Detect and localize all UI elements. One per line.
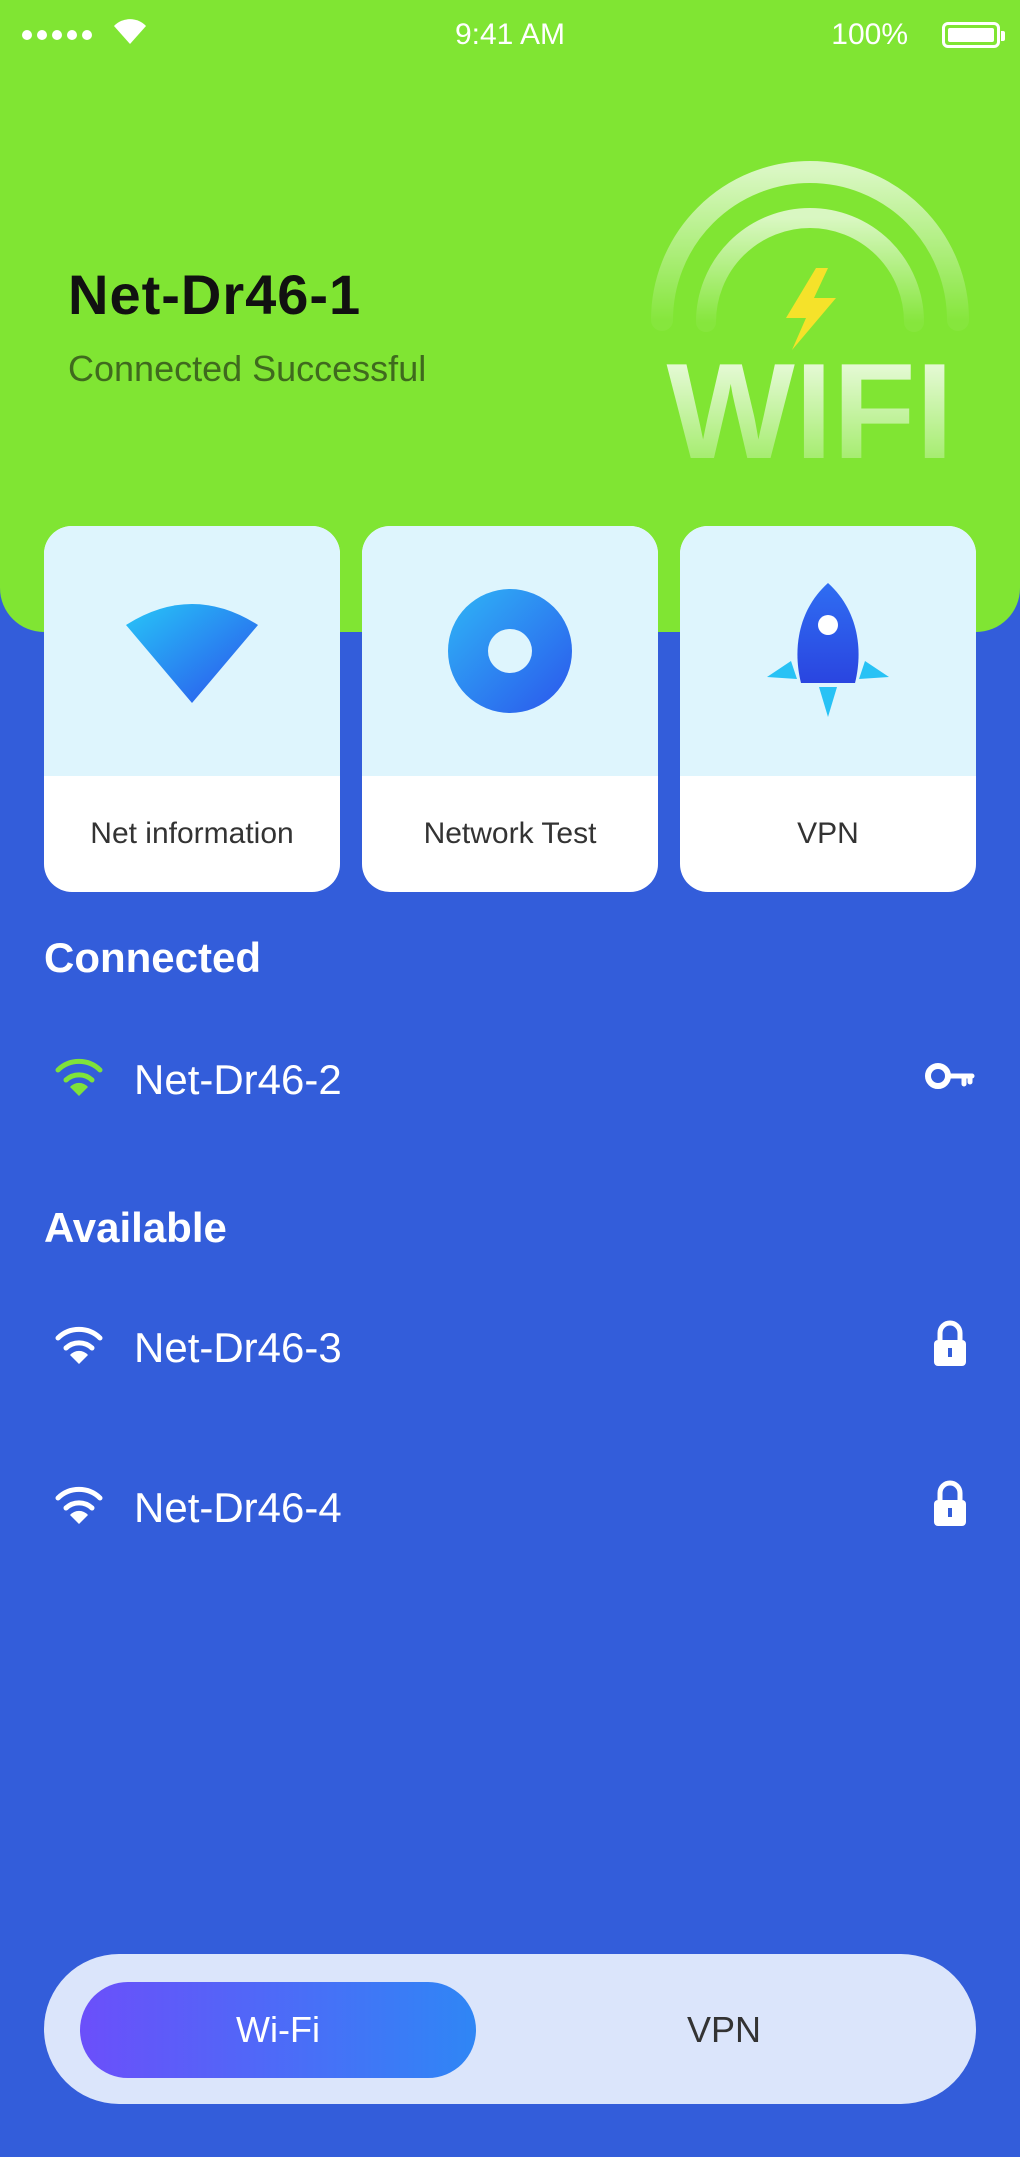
- wifi-logo: WIFI: [651, 161, 969, 470]
- card-label: Net information: [90, 817, 294, 850]
- vpn-card[interactable]: VPN: [680, 526, 976, 892]
- network-name: Net-Dr46-3: [134, 1324, 342, 1371]
- network-name: Net-Dr46-2: [134, 1056, 342, 1103]
- tab-vpn[interactable]: VPN: [514, 1982, 934, 2078]
- available-section-title: Available: [44, 1204, 227, 1251]
- network-test-card[interactable]: Network Test: [362, 526, 658, 892]
- wifi-icon: [55, 1326, 103, 1364]
- card-label: Network Test: [423, 817, 597, 850]
- connected-section-title: Connected: [44, 934, 262, 981]
- svg-text:WIFI: WIFI: [666, 335, 953, 470]
- network-test-icon: [448, 589, 572, 713]
- net-information-card[interactable]: Net information: [44, 526, 340, 892]
- network-name: Net-Dr46-4: [134, 1484, 342, 1531]
- status-bar: 9:41 AM 100%: [0, 0, 1020, 70]
- tab-wifi[interactable]: Wi-Fi: [80, 1982, 476, 2078]
- battery-percent: 100%: [831, 18, 908, 51]
- bottom-tab-bar: Wi-Fi VPN: [44, 1954, 976, 2104]
- key-icon[interactable]: [924, 1052, 976, 1100]
- rocket-icon: [767, 583, 889, 717]
- lock-icon: [934, 1480, 966, 1526]
- wifi-signal-icon: [126, 604, 258, 703]
- connection-status: Connected Successful: [68, 348, 427, 389]
- network-row-available[interactable]: Net-Dr46-3: [44, 1306, 976, 1386]
- network-row-connected[interactable]: Net-Dr46-2: [44, 1038, 976, 1118]
- lock-icon: [934, 1320, 966, 1366]
- network-row-available[interactable]: Net-Dr46-4: [44, 1466, 976, 1546]
- connected-network-name: Net-Dr46-1: [68, 263, 362, 326]
- wifi-icon: [55, 1486, 103, 1524]
- feature-cards: Net information Network Test VPN: [44, 526, 976, 892]
- card-label: VPN: [797, 817, 859, 850]
- battery-icon: [942, 22, 1005, 48]
- wifi-icon: [55, 1058, 103, 1096]
